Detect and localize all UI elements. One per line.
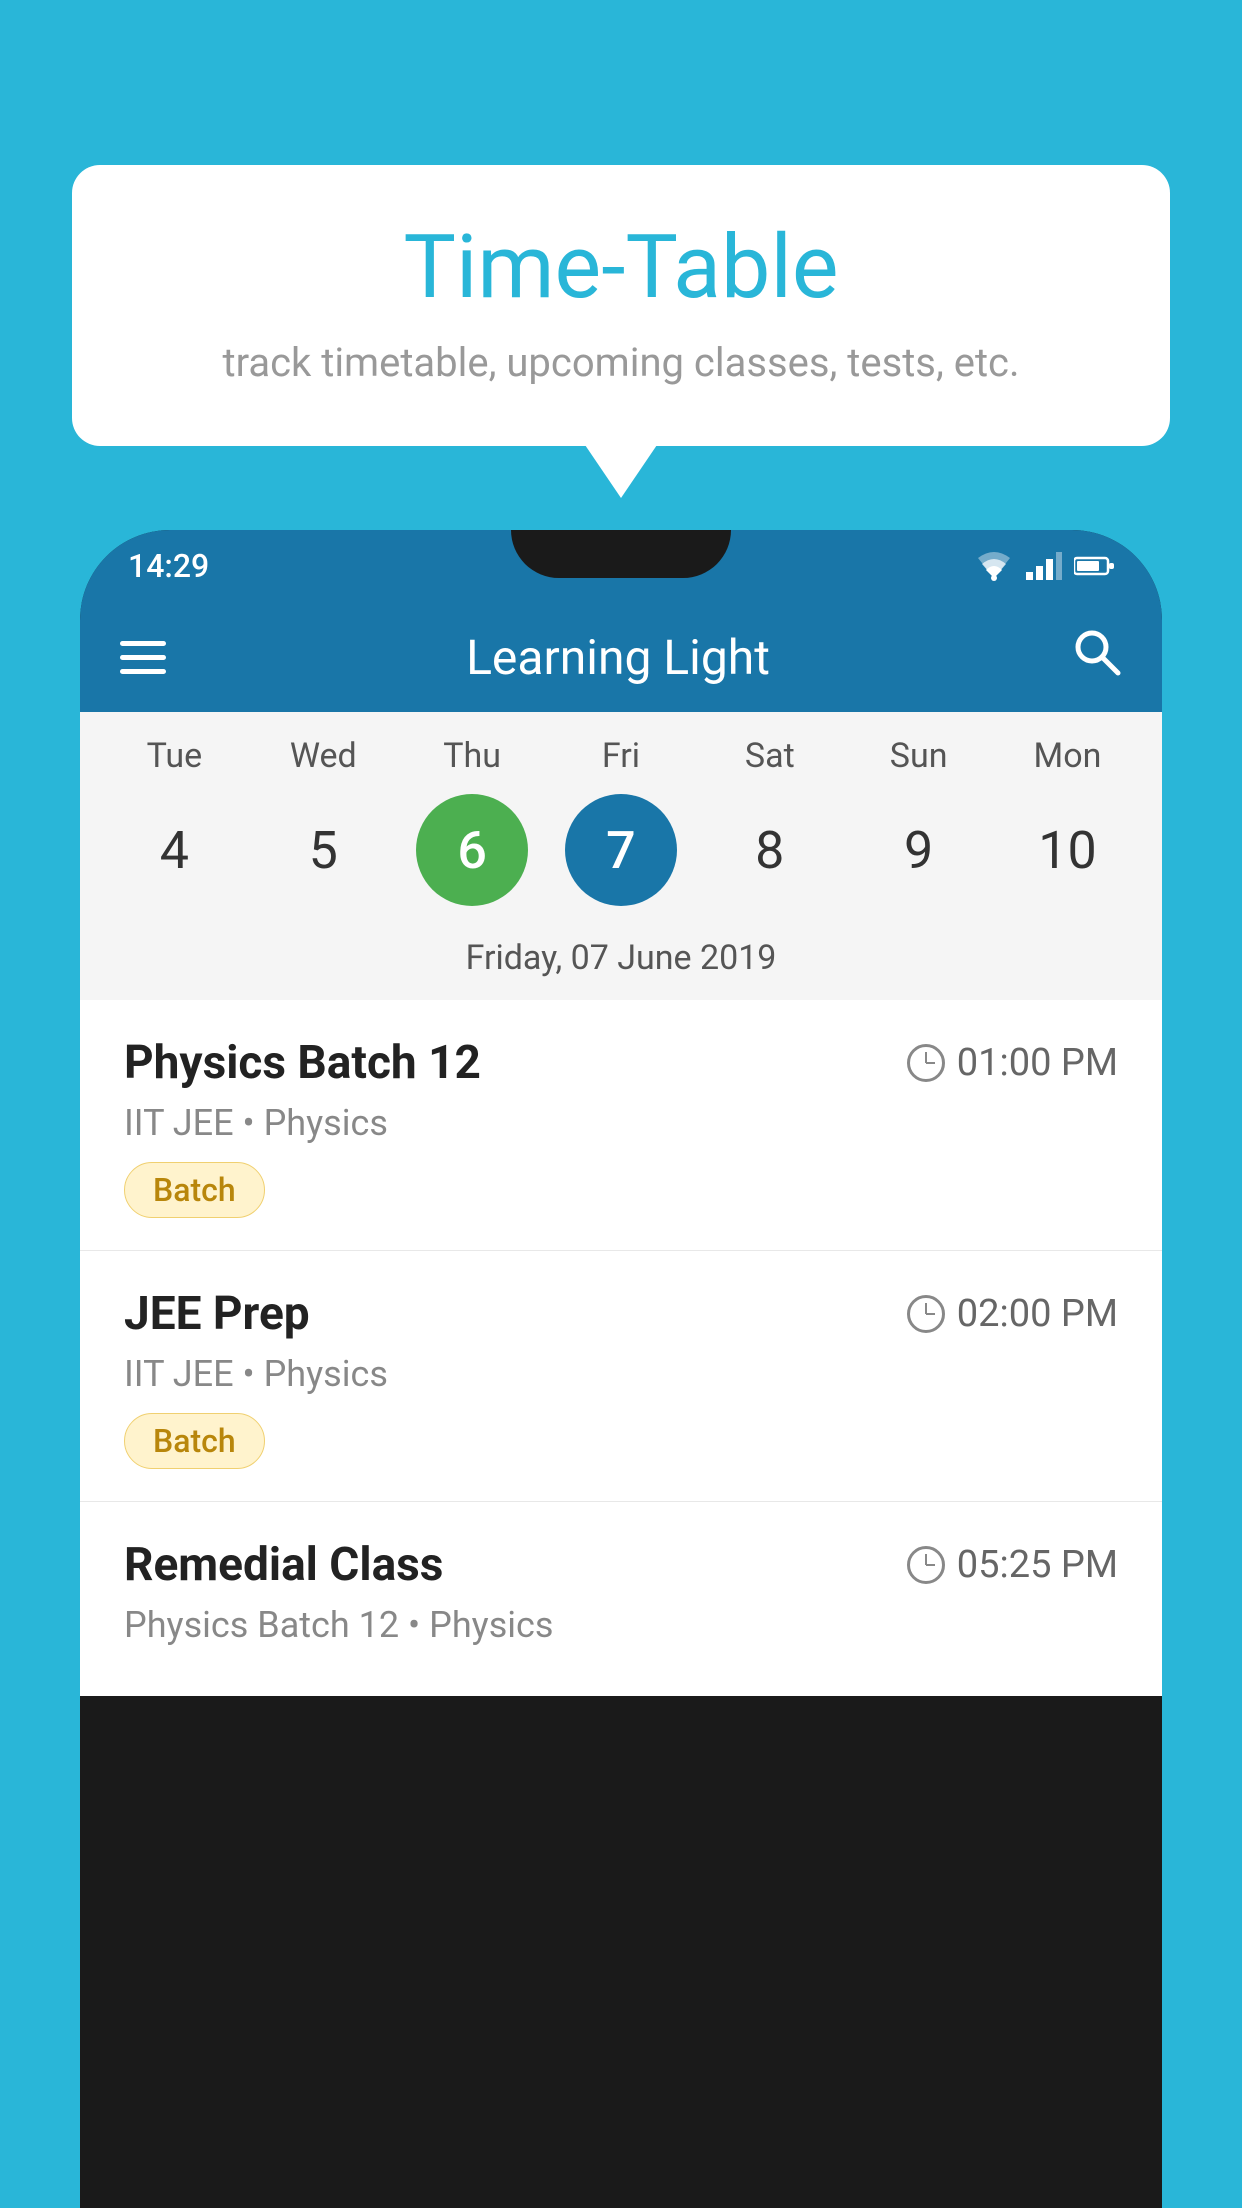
schedule-item-1-time: 01:00 PM bbox=[907, 1041, 1118, 1085]
menu-bar-3 bbox=[120, 669, 166, 674]
day-headers: Tue Wed Thu Fri Sat Sun Mon bbox=[80, 736, 1162, 794]
day-header-sun: Sun bbox=[854, 736, 984, 776]
schedule-item-2-sub: IIT JEE • Physics bbox=[124, 1353, 1118, 1395]
day-header-thu: Thu bbox=[407, 736, 537, 776]
schedule-item-2-title: JEE Prep bbox=[124, 1287, 310, 1341]
day-header-mon: Mon bbox=[1002, 736, 1132, 776]
status-icons bbox=[974, 550, 1114, 582]
day-header-tue: Tue bbox=[109, 736, 239, 776]
schedule-item-3-time-text: 05:25 PM bbox=[957, 1543, 1118, 1587]
clock-icon-2 bbox=[907, 1295, 945, 1333]
signal-icon bbox=[1026, 552, 1062, 580]
day-7-selected[interactable]: 7 bbox=[565, 794, 677, 906]
schedule-item-1-title: Physics Batch 12 bbox=[124, 1036, 481, 1090]
schedule-item-3-sub: Physics Batch 12 • Physics bbox=[124, 1604, 1118, 1646]
schedule-item-2[interactable]: JEE Prep 02:00 PM IIT JEE • Physics Batc… bbox=[80, 1251, 1162, 1502]
clock-icon-3 bbox=[907, 1546, 945, 1584]
schedule-item-1-header: Physics Batch 12 01:00 PM bbox=[124, 1036, 1118, 1090]
schedule-item-2-header: JEE Prep 02:00 PM bbox=[124, 1287, 1118, 1341]
schedule-item-3-header: Remedial Class 05:25 PM bbox=[124, 1538, 1118, 1592]
batch-badge-2: Batch bbox=[124, 1413, 265, 1469]
day-9[interactable]: 9 bbox=[863, 794, 975, 906]
day-4[interactable]: 4 bbox=[118, 794, 230, 906]
schedule-item-1-sub: IIT JEE • Physics bbox=[124, 1102, 1118, 1144]
bubble-subtitle: track timetable, upcoming classes, tests… bbox=[132, 339, 1110, 386]
schedule-item-3-time: 05:25 PM bbox=[907, 1543, 1118, 1587]
schedule-item-1[interactable]: Physics Batch 12 01:00 PM IIT JEE • Phys… bbox=[80, 1000, 1162, 1251]
day-header-sat: Sat bbox=[705, 736, 835, 776]
clock-icon-1 bbox=[907, 1044, 945, 1082]
wifi-icon bbox=[974, 550, 1014, 582]
batch-badge-1: Batch bbox=[124, 1162, 265, 1218]
day-5[interactable]: 5 bbox=[267, 794, 379, 906]
bubble-title: Time-Table bbox=[132, 220, 1110, 317]
day-numbers: 4 5 6 7 8 9 10 bbox=[80, 794, 1162, 928]
selected-date-label: Friday, 07 June 2019 bbox=[80, 928, 1162, 1000]
day-6-today[interactable]: 6 bbox=[416, 794, 528, 906]
menu-button[interactable] bbox=[120, 641, 166, 674]
schedule-item-1-time-text: 01:00 PM bbox=[957, 1041, 1118, 1085]
battery-icon bbox=[1074, 555, 1114, 577]
day-header-wed: Wed bbox=[258, 736, 388, 776]
menu-bar-2 bbox=[120, 655, 166, 660]
day-8[interactable]: 8 bbox=[714, 794, 826, 906]
search-button[interactable] bbox=[1070, 625, 1122, 690]
app-toolbar: Learning Light bbox=[80, 602, 1162, 712]
schedule-item-2-time: 02:00 PM bbox=[907, 1292, 1118, 1336]
day-10[interactable]: 10 bbox=[1011, 794, 1123, 906]
status-bar: 14:29 bbox=[80, 530, 1162, 602]
phone-body: 14:29 bbox=[80, 530, 1162, 2208]
calendar-strip: Tue Wed Thu Fri Sat Sun Mon 4 5 6 7 8 9 … bbox=[80, 712, 1162, 1000]
schedule-item-3[interactable]: Remedial Class 05:25 PM Physics Batch 12… bbox=[80, 1502, 1162, 1696]
schedule-item-3-title: Remedial Class bbox=[124, 1538, 443, 1592]
schedule-item-2-time-text: 02:00 PM bbox=[957, 1292, 1118, 1336]
speech-bubble: Time-Table track timetable, upcoming cla… bbox=[72, 165, 1170, 446]
phone-mockup: 14:29 bbox=[80, 530, 1162, 2208]
schedule-container: Physics Batch 12 01:00 PM IIT JEE • Phys… bbox=[80, 1000, 1162, 1696]
day-header-fri: Fri bbox=[556, 736, 686, 776]
app-title: Learning Light bbox=[466, 629, 770, 686]
status-time: 14:29 bbox=[128, 547, 209, 585]
menu-bar-1 bbox=[120, 641, 166, 646]
